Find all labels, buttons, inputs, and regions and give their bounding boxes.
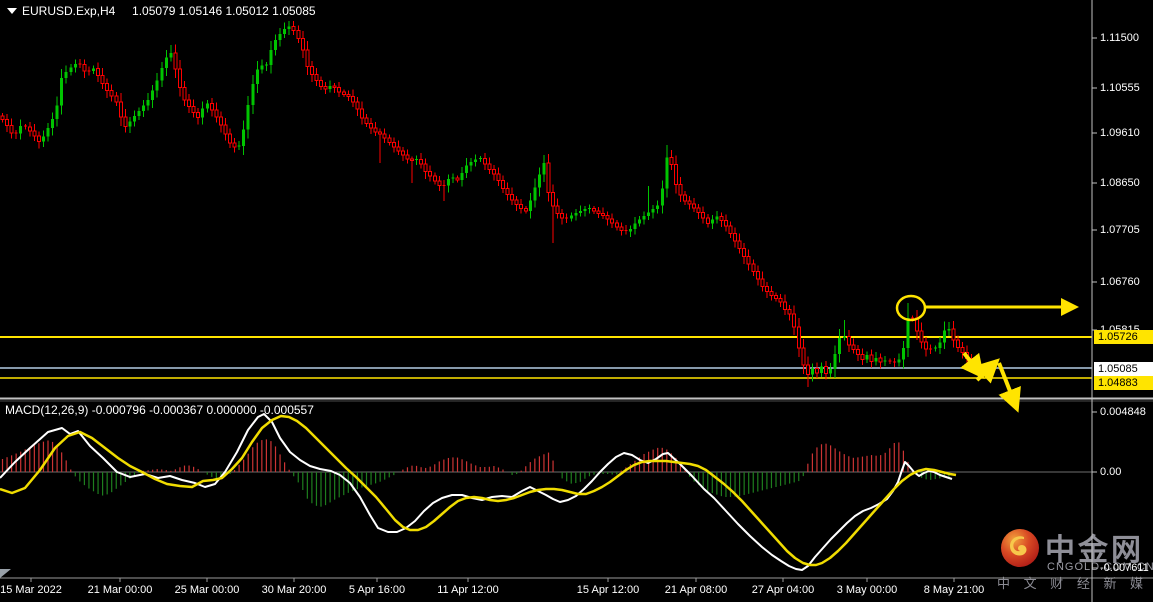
chart-title: EURUSD.Exp,H4 1.05079 1.05146 1.05012 1.… xyxy=(22,4,316,18)
scroll-corner-marker xyxy=(0,569,11,578)
symbol-dropdown-icon[interactable] xyxy=(7,8,17,14)
trend-arrow-2[interactable] xyxy=(960,351,985,380)
candlesticks xyxy=(0,21,992,387)
macd-main-line xyxy=(0,413,953,571)
chart-frame-lines xyxy=(0,0,1153,602)
macd-indicator-label: MACD(12,26,9) -0.000796 -0.000367 0.0000… xyxy=(5,403,314,417)
macd-panel-graphics xyxy=(0,413,1092,571)
mt4-chart-window: EURUSD.Exp,H4 1.05079 1.05146 1.05012 1.… xyxy=(0,0,1153,602)
horizontal-levels[interactable] xyxy=(0,336,1092,379)
highlight-circle[interactable] xyxy=(895,294,927,322)
trend-arrow-4[interactable] xyxy=(997,362,1021,413)
symbol-timeframe-label: EURUSD.Exp,H4 xyxy=(22,4,116,18)
ohlc-quotes-label: 1.05079 1.05146 1.05012 1.05085 xyxy=(132,4,316,18)
macd-signal-line xyxy=(0,414,957,567)
chart-canvas[interactable] xyxy=(0,0,1153,602)
annotation-objects[interactable] xyxy=(895,294,1079,413)
